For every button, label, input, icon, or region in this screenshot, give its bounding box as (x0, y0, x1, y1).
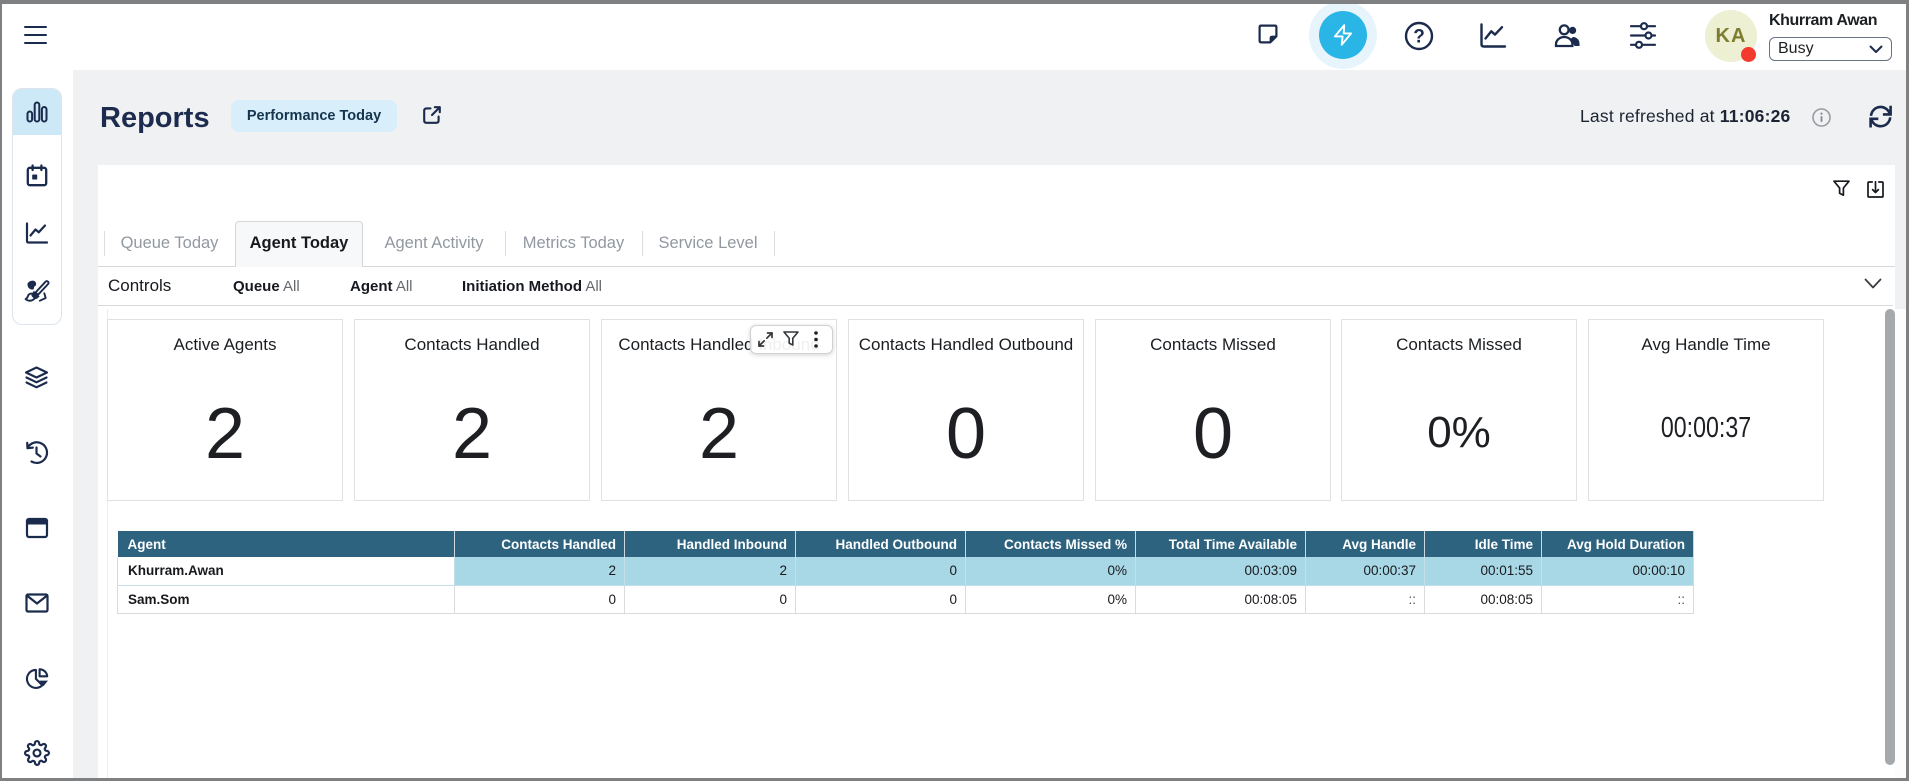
svg-text:?: ? (1413, 27, 1425, 48)
